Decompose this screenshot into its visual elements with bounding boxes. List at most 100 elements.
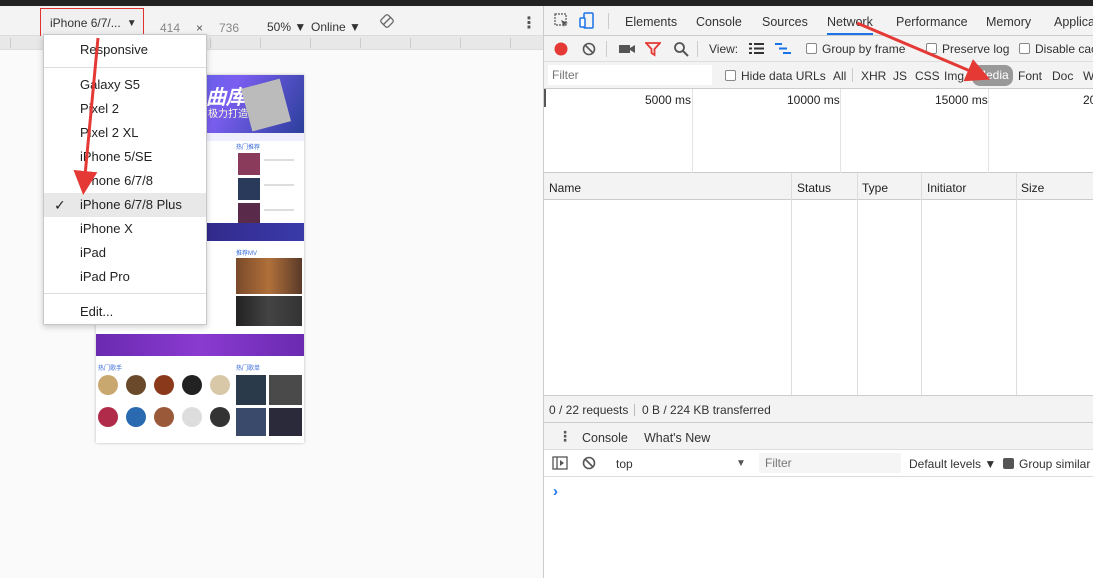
status-divider: [634, 404, 635, 416]
record-icon[interactable]: [553, 41, 569, 57]
menu-item-pixel-2-xl[interactable]: Pixel 2 XL: [44, 122, 206, 144]
filter-icon[interactable]: [645, 41, 661, 57]
banner-phone-image: [240, 78, 292, 132]
menu-item-label: iPhone 6/7/8 Plus: [80, 197, 182, 212]
clear-console-icon[interactable]: [581, 455, 597, 471]
console-output[interactable]: ›: [544, 477, 1093, 578]
column-name[interactable]: Name: [549, 181, 581, 195]
timeline-label: 20: [1083, 93, 1093, 107]
disable-cache-checkbox[interactable]: Disable cac: [1019, 42, 1093, 56]
filter-css[interactable]: CSS: [915, 69, 940, 83]
singer-avatar: [154, 407, 174, 427]
group-similar-checkbox[interactable]: Group similar: [1003, 457, 1090, 471]
filter-doc[interactable]: Doc: [1052, 69, 1073, 83]
tab-application[interactable]: Applica: [1054, 15, 1093, 29]
inspect-element-icon[interactable]: [553, 12, 571, 30]
group-by-frame-label: Group by frame: [822, 42, 906, 56]
console-filter-input[interactable]: [759, 453, 901, 473]
menu-item-ipad-pro[interactable]: iPad Pro: [44, 266, 206, 288]
menu-item-galaxy-s5[interactable]: Galaxy S5: [44, 74, 206, 96]
banner-subtitle: 极力打造: [208, 109, 248, 120]
clear-icon[interactable]: [581, 41, 597, 57]
height-input[interactable]: 736: [219, 21, 239, 35]
zoom-select[interactable]: 50% ▼: [267, 20, 306, 34]
rotate-icon[interactable]: [380, 14, 394, 28]
device-dropdown-menu: Responsive Galaxy S5 Pixel 2 Pixel 2 XL …: [43, 34, 207, 325]
menu-item-iphone-x[interactable]: iPhone X: [44, 218, 206, 240]
network-status-bar: 0 / 22 requests 0 B / 224 KB transferred: [544, 395, 1093, 422]
filter-font[interactable]: Font: [1018, 69, 1042, 83]
chevron-down-icon[interactable]: ▼: [736, 458, 746, 469]
network-overview-timeline[interactable]: 5000 ms 10000 ms 15000 ms 20: [544, 89, 1093, 173]
list-line: [264, 209, 294, 211]
filter-all[interactable]: All: [833, 69, 846, 83]
disable-cache-label: Disable cac: [1035, 42, 1093, 56]
menu-item-iphone-6-7-8-plus[interactable]: ✓ iPhone 6/7/8 Plus: [44, 193, 206, 217]
playlist-cover: [269, 375, 302, 405]
drawer-menu-icon[interactable]: ⋮: [558, 428, 572, 445]
request-table-header: Name Status Type Initiator Size: [544, 173, 1093, 200]
timeline-label: 10000 ms: [787, 93, 840, 107]
tab-sources[interactable]: Sources: [762, 15, 808, 29]
singer-avatar: [210, 375, 230, 395]
filter-js[interactable]: JS: [893, 69, 907, 83]
more-options-icon[interactable]: ⋮: [521, 13, 537, 33]
preserve-log-label: Preserve log: [942, 42, 1010, 56]
column-status[interactable]: Status: [797, 181, 831, 195]
preserve-log-checkbox[interactable]: Preserve log: [926, 42, 1009, 56]
screenshot-camera-icon[interactable]: [618, 42, 636, 56]
menu-item-iphone-6-7-8[interactable]: iPhone 6/7/8: [44, 170, 206, 192]
transferred-summary: 0 B / 224 KB transferred: [642, 403, 771, 417]
drawer-tab-console[interactable]: Console: [582, 431, 628, 452]
menu-item-iphone-5-se[interactable]: iPhone 5/SE: [44, 146, 206, 168]
throttle-select[interactable]: Online ▼: [311, 20, 361, 34]
tab-console[interactable]: Console: [696, 15, 742, 29]
section-singers-title: 热门歌手: [98, 366, 123, 372]
album-thumb: [238, 153, 260, 175]
tab-elements[interactable]: Elements: [625, 15, 677, 29]
checkbox-icon: [1019, 43, 1030, 54]
column-type[interactable]: Type: [862, 181, 888, 195]
tab-performance[interactable]: Performance: [896, 15, 968, 29]
playlist-cover: [236, 408, 266, 436]
sidebar-toggle-icon[interactable]: [552, 456, 568, 470]
column-size[interactable]: Size: [1021, 181, 1044, 195]
menu-separator: [44, 67, 206, 68]
search-icon[interactable]: [673, 41, 689, 57]
section-mv-title: 推荐MV: [236, 251, 258, 257]
timeline-label: 15000 ms: [935, 93, 988, 107]
context-select[interactable]: top: [616, 457, 633, 471]
filter-media[interactable]: Media: [972, 65, 1013, 86]
group-by-frame-checkbox[interactable]: Group by frame: [806, 42, 905, 56]
large-rows-icon[interactable]: [749, 42, 764, 55]
column-initiator[interactable]: Initiator: [927, 181, 966, 195]
hide-data-urls-label: Hide data URLs: [741, 69, 826, 83]
device-toolbar-toggle-icon[interactable]: [579, 12, 597, 30]
singer-avatar: [182, 375, 202, 395]
filter-ws[interactable]: W: [1083, 69, 1093, 83]
list-line: [264, 184, 294, 186]
timeline-gridline: [840, 89, 841, 173]
singer-avatar: [210, 407, 230, 427]
waterfall-icon[interactable]: [775, 42, 791, 55]
filter-xhr[interactable]: XHR: [861, 69, 886, 83]
playlist-cover: [269, 408, 302, 436]
menu-item-ipad[interactable]: iPad: [44, 242, 206, 264]
checkbox-icon: [926, 43, 937, 54]
tab-memory[interactable]: Memory: [986, 15, 1031, 29]
tab-network[interactable]: Network: [827, 15, 873, 35]
request-list[interactable]: [544, 200, 1093, 395]
drawer-tab-whats-new[interactable]: What's New: [644, 431, 710, 445]
menu-item-edit[interactable]: Edit...: [44, 301, 206, 323]
log-levels-select[interactable]: Default levels ▼: [909, 457, 996, 471]
menu-item-responsive[interactable]: Responsive: [44, 39, 206, 61]
toolbar-divider: [697, 41, 698, 57]
checkbox-icon: [725, 70, 736, 81]
network-filter-input[interactable]: [548, 65, 712, 85]
devtools-panel: Elements Console Sources Network Perform…: [543, 6, 1093, 578]
width-input[interactable]: 414: [160, 21, 180, 35]
singer-avatar: [126, 375, 146, 395]
hide-data-urls-checkbox[interactable]: Hide data URLs: [725, 69, 826, 83]
menu-item-pixel-2[interactable]: Pixel 2: [44, 98, 206, 120]
filter-img[interactable]: Img: [944, 69, 964, 83]
